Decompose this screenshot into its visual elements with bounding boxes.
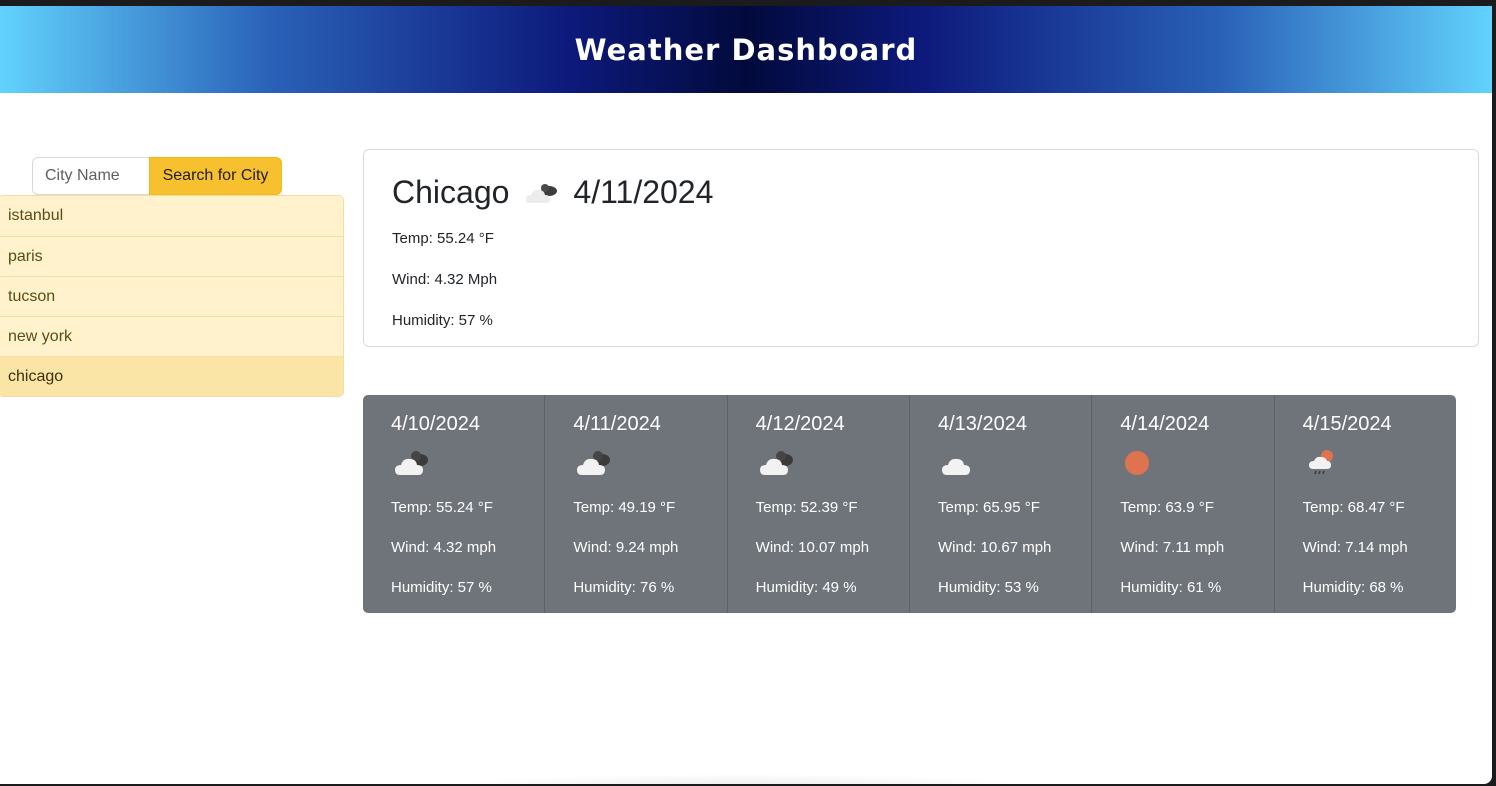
forecast-humidity: Humidity: 61 % (1120, 579, 1222, 596)
forecast-humidity: Humidity: 49 % (755, 579, 857, 596)
current-humidity: Humidity: 57 % (392, 312, 493, 329)
history-item[interactable]: new york (0, 316, 343, 356)
forecast-wind: Wind: 7.14 mph (1302, 539, 1408, 556)
forecast-temp: Temp: 52.39 °F (755, 499, 858, 516)
forecast-humidity: Humidity: 68 % (1302, 579, 1404, 596)
broken-clouds-icon (756, 445, 800, 479)
forecast-humidity: Humidity: 57 % (391, 579, 492, 596)
forecast-card: 4/14/2024 Temp: 63.9 °F Wind: 7.11 mph Humi… (1091, 395, 1273, 613)
current-wind: Wind: 4.32 Mph (392, 271, 498, 288)
rain-sun-icon (1303, 445, 1347, 479)
forecast-temp: Temp: 68.47 °F (1302, 499, 1405, 516)
current-date: 4/11/2024 (573, 174, 714, 210)
forecast-date: 4/13/2024 (937, 413, 1027, 435)
forecast-temp: Temp: 49.19 °F (573, 499, 676, 516)
forecast-card: 4/10/2024 Temp: 55.24 °F Wind: 4.32 mph Hum… (363, 395, 544, 613)
bottom-shadow (440, 774, 1040, 784)
forecast-card: 4/13/2024 Temp: 65.95 °F Wind: 10.67 mph Hu… (908, 395, 1091, 613)
history-item[interactable]: chicago (0, 356, 343, 396)
forecast-card: 4/11/2024 Temp: 49.19 °F Wind: 9.24 mph Hum… (544, 395, 726, 613)
page-title: Weather Dashboard (574, 32, 918, 67)
forecast-date: 4/12/2024 (755, 413, 845, 435)
current-city-name: Chicago (392, 174, 510, 210)
broken-clouds-icon (573, 445, 617, 479)
forecast-card: 4/12/2024 Temp: 52.39 °F Wind: 10.07 mph Hu… (726, 395, 909, 613)
history-item[interactable]: tucson (0, 276, 343, 316)
forecast-wind: Wind: 7.11 mph (1120, 539, 1225, 556)
history-item[interactable]: paris (0, 236, 343, 276)
broken-clouds-icon (391, 445, 435, 479)
search-history-list: istanbul paris tucson new york chicago (0, 195, 344, 397)
forecast-wind: Wind: 9.24 mph (573, 539, 679, 556)
forecast-wind: Wind: 4.32 mph (391, 539, 497, 556)
history-item[interactable]: istanbul (0, 196, 343, 236)
page-header: Weather Dashboard (0, 6, 1492, 93)
current-weather-card: Chicago 4/11/2024 Temp: 55.24 °F Wind: 4… (363, 149, 1479, 347)
forecast-date: 4/10/2024 (391, 413, 480, 435)
forecast-date: 4/11/2024 (573, 413, 661, 435)
browser-viewport: Weather Dashboard Search for City istanb… (0, 6, 1492, 784)
forecast-wind: Wind: 10.07 mph (755, 539, 870, 556)
sun-icon (1120, 445, 1164, 479)
forecast-temp: Temp: 65.95 °F (937, 499, 1040, 516)
city-search-input[interactable] (32, 157, 149, 195)
current-weather-heading: Chicago 4/11/2024 (392, 174, 713, 211)
five-day-forecast: 4/10/2024 Temp: 55.24 °F Wind: 4.32 mph Hum… (363, 395, 1456, 613)
forecast-temp: Temp: 63.9 °F (1120, 499, 1214, 516)
broken-clouds-icon (523, 179, 563, 207)
forecast-card: 4/15/2024 Temp: 68.47 °F Wind: 7.14 mph Hum… (1273, 395, 1456, 613)
forecast-wind: Wind: 10.67 mph (937, 539, 1052, 556)
cloud-icon (938, 445, 982, 479)
forecast-date: 4/14/2024 (1120, 413, 1210, 435)
forecast-humidity: Humidity: 76 % (573, 579, 675, 596)
search-form: Search for City (32, 157, 282, 195)
current-temp: Temp: 55.24 °F (392, 230, 494, 247)
forecast-date: 4/15/2024 (1302, 413, 1392, 435)
search-city-button[interactable]: Search for City (149, 157, 282, 195)
forecast-temp: Temp: 55.24 °F (391, 499, 493, 516)
forecast-humidity: Humidity: 53 % (937, 579, 1039, 596)
